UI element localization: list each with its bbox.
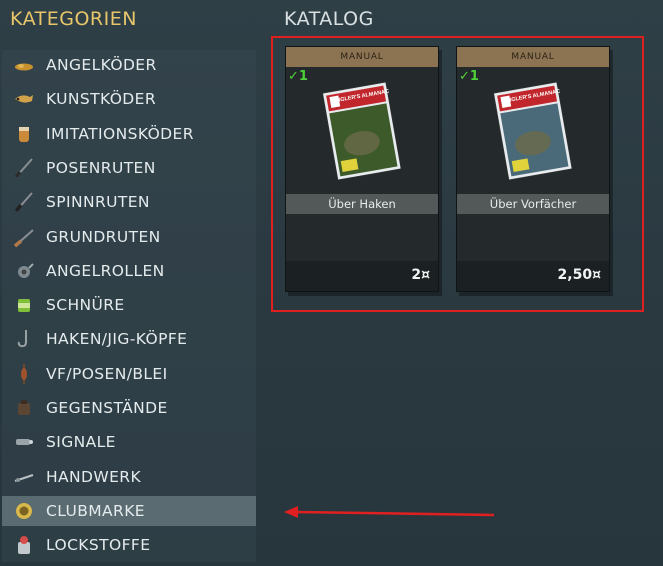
category-label: LOCKSTOFFE (46, 536, 151, 555)
category-label: GRUNDRUTEN (46, 227, 161, 246)
category-item[interactable]: IMITATIONSKÖDER (2, 119, 256, 149)
reel-icon (12, 259, 36, 283)
category-label: VF/POSEN/BLEI (46, 364, 168, 383)
category-item[interactable]: HANDWERK (2, 462, 256, 492)
category-item[interactable]: ANGELKÖDER (2, 50, 256, 80)
float-icon (12, 362, 36, 386)
category-label: SIGNALE (46, 433, 116, 452)
imitation-bait-icon (12, 122, 36, 146)
category-item[interactable]: ANGELROLLEN (2, 256, 256, 286)
club-token-icon (12, 499, 36, 523)
category-item[interactable]: SIGNALE (2, 427, 256, 457)
category-label: CLUBMARKE (46, 501, 145, 520)
category-label: ANGELROLLEN (46, 261, 165, 280)
annotation-arrow (284, 506, 495, 518)
category-label: ANGELKÖDER (46, 56, 157, 74)
bite-alarm-icon (12, 430, 36, 454)
category-label: POSENRUTEN (46, 158, 156, 177)
craft-icon (12, 465, 36, 489)
hook-icon (12, 327, 36, 351)
category-item[interactable]: VF/POSEN/BLEI (2, 359, 256, 389)
category-label: KUNSTKÖDER (46, 90, 157, 109)
category-label: IMITATIONSKÖDER (46, 124, 194, 143)
category-sidebar: ANGELKÖDER KUNSTKÖDER IMITATIONSKÖDER POSEN… (2, 50, 256, 562)
float-rod-icon (12, 156, 36, 180)
category-item[interactable]: SCHNÜRE (2, 290, 256, 320)
category-item[interactable]: LOCKSTOFFE (2, 530, 256, 560)
category-item[interactable]: KUNSTKÖDER (2, 84, 256, 114)
bait-icon (12, 53, 36, 77)
category-label: GEGENSTÄNDE (46, 399, 168, 417)
category-label: SPINNRUTEN (46, 193, 150, 212)
category-item[interactable]: POSENRUTEN (2, 153, 256, 183)
spinning-rod-icon (12, 190, 36, 214)
category-label: HANDWERK (46, 467, 142, 486)
annotation-highlight-box (271, 36, 644, 312)
catalog-heading: KATALOG (284, 8, 374, 30)
groundbait-icon (12, 533, 36, 557)
category-item[interactable]: GEGENSTÄNDE (2, 393, 256, 423)
categories-heading: KATEGORIEN (10, 8, 137, 30)
category-item[interactable]: GRUNDRUTEN (2, 222, 256, 252)
lure-icon (12, 87, 36, 111)
bottom-rod-icon (12, 225, 36, 249)
category-item[interactable]: SPINNRUTEN (2, 187, 256, 217)
category-label: HAKEN/JIG-KÖPFE (46, 330, 188, 349)
category-item[interactable]: HAKEN/JIG-KÖPFE (2, 324, 256, 354)
category-item[interactable]: CLUBMARKE (2, 495, 256, 526)
category-label: SCHNÜRE (46, 296, 125, 315)
items-icon (12, 396, 36, 420)
line-spool-icon (12, 293, 36, 317)
